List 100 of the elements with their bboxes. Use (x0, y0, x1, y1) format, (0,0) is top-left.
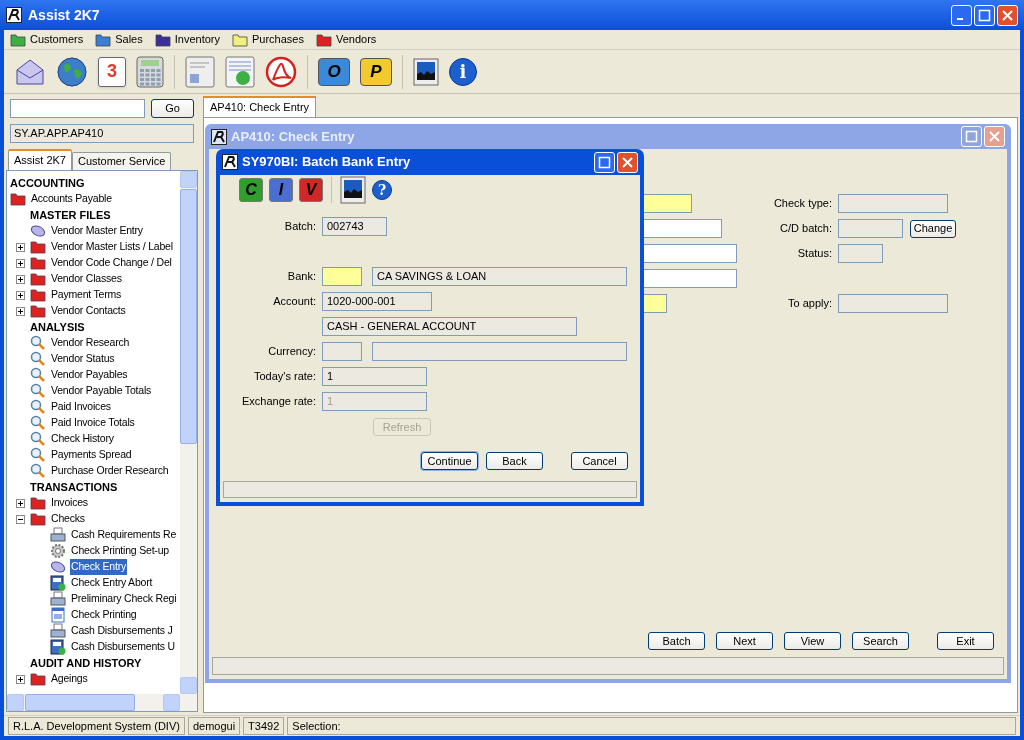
input-field[interactable] (322, 342, 362, 361)
field-label: Exchange rate: (242, 395, 316, 408)
minimize-button[interactable] (951, 4, 972, 26)
tree-item[interactable]: Payment Terms (50, 287, 123, 303)
input-field[interactable] (322, 267, 362, 286)
expand-toggle[interactable] (16, 259, 25, 268)
vertical-scrollbar[interactable] (180, 171, 197, 694)
action-button[interactable]: Search (852, 632, 909, 650)
input-field[interactable]: 002743 (322, 217, 387, 236)
input-field[interactable] (838, 294, 948, 313)
tree-item[interactable]: Vendor Contacts (50, 303, 127, 319)
dialog-button[interactable]: Back (486, 452, 543, 470)
tree-item[interactable]: Check Printing (70, 607, 138, 623)
globe-icon[interactable] (56, 55, 88, 88)
tree-item[interactable]: Vendor Payables (50, 367, 129, 383)
menu-item[interactable]: Inventory (174, 31, 220, 48)
printer-icon (50, 527, 66, 543)
panel-tab[interactable]: Customer Service (71, 152, 172, 170)
menu-item[interactable]: Purchases (251, 31, 304, 48)
input-field[interactable]: CASH - GENERAL ACCOUNT (322, 317, 577, 336)
lettered-document-icon[interactable]: C (239, 178, 263, 202)
lettered-folder-icon[interactable]: P (360, 57, 392, 86)
change-button[interactable]: Change (910, 219, 956, 238)
tree-item[interactable]: Paid Invoices (50, 399, 112, 415)
picture-icon[interactable] (413, 57, 439, 86)
dialog-title: SY970BI: Batch Bank Entry (242, 153, 411, 172)
tree-item[interactable]: Accounts Payable (30, 191, 113, 207)
tree-item[interactable]: Cash Disbursements J (70, 623, 174, 639)
tree-item[interactable]: Vendor Status (50, 351, 116, 367)
tree-item[interactable]: Cash Requirements Re (70, 527, 178, 543)
panel-tab[interactable]: Assist 2K7 (8, 149, 72, 170)
info-icon[interactable]: i (449, 57, 477, 86)
tree-item[interactable]: Payments Spread (50, 447, 133, 463)
horizontal-scrollbar[interactable] (7, 694, 197, 711)
tree-item[interactable]: Check Entry Abort (70, 575, 154, 591)
tree-item[interactable]: Vendor Payable Totals (50, 383, 153, 399)
document-tab[interactable]: AP410: Check Entry (203, 96, 317, 117)
help-icon[interactable]: ? (372, 180, 392, 200)
tree-item[interactable]: Cash Disbursements U (70, 639, 176, 655)
tree-item[interactable]: Vendor Master Entry (50, 223, 144, 239)
spreadsheet-chart-icon[interactable] (225, 55, 255, 88)
expand-toggle[interactable] (16, 275, 25, 284)
lettered-document-icon[interactable]: I (269, 178, 293, 202)
menu-item[interactable]: Vendors (335, 31, 377, 48)
tree-item[interactable]: Paid Invoice Totals (50, 415, 136, 431)
tree-item[interactable]: Ageings (50, 671, 89, 687)
input-field[interactable]: 1 (322, 367, 427, 386)
tree-item[interactable]: Purchase Order Research (50, 463, 170, 479)
expand-toggle[interactable] (16, 675, 25, 684)
input-field[interactable] (838, 194, 948, 213)
action-button[interactable]: View (784, 632, 841, 650)
dialog-button[interactable]: Continue (421, 452, 478, 470)
dialog-button[interactable]: Cancel (571, 452, 628, 470)
tree-item[interactable]: Invoices (50, 495, 89, 511)
go-button[interactable]: Go (151, 99, 194, 118)
input-field[interactable] (838, 244, 883, 263)
close-button[interactable] (997, 4, 1018, 26)
menu-item[interactable]: Customers (30, 31, 84, 48)
minimize-icon (956, 18, 963, 20)
field-label: Currency: (268, 345, 316, 358)
action-button[interactable]: Exit (937, 632, 994, 650)
tree-item[interactable]: Checks (50, 511, 86, 527)
tree-item[interactable]: Vendor Classes (50, 271, 123, 287)
expand-toggle[interactable] (16, 499, 25, 508)
form-icon (50, 639, 66, 655)
tree-item[interactable]: Vendor Code Change / Del (50, 255, 173, 271)
tree-item[interactable]: Check Printing Set-up (70, 543, 170, 559)
search-field[interactable] (10, 99, 145, 118)
action-button[interactable]: Batch (648, 632, 705, 650)
expand-toggle[interactable] (16, 291, 25, 300)
tree-item[interactable]: Check History (50, 431, 115, 447)
lettered-folder-icon[interactable]: O (318, 57, 350, 86)
field-label: Today's rate: (253, 370, 316, 383)
menu-item[interactable]: Sales (115, 31, 143, 48)
close-button[interactable] (617, 151, 638, 173)
expand-toggle[interactable] (16, 307, 25, 316)
oval-icon (30, 224, 46, 238)
tree-item[interactable]: Check Entry (70, 559, 127, 575)
picture-icon[interactable] (340, 176, 366, 204)
status-bar-cell: Selection: (287, 717, 1016, 735)
expand-toggle[interactable] (16, 515, 25, 524)
tree-item[interactable]: Vendor Research (50, 335, 131, 351)
calendar-icon[interactable]: 3 (98, 56, 126, 87)
swirl-icon[interactable] (265, 55, 297, 88)
tree-item[interactable]: Vendor Master Lists / Label (50, 239, 174, 255)
maximize-button[interactable] (594, 151, 615, 173)
search-icon (30, 351, 46, 367)
search-icon (30, 383, 46, 399)
close-icon (988, 130, 1001, 143)
input-field[interactable]: 1020-000-001 (322, 292, 432, 311)
expand-toggle[interactable] (16, 243, 25, 252)
tree-item[interactable]: Preliminary Check Regi (70, 591, 178, 607)
input-field[interactable]: CA SAVINGS & LOAN (372, 267, 627, 286)
action-button[interactable]: Next (716, 632, 773, 650)
input-field[interactable] (372, 342, 627, 361)
path-field: SY.AP.APP.AP410 (10, 124, 194, 143)
lettered-document-icon[interactable]: V (299, 178, 323, 202)
folder-icon (30, 240, 46, 254)
input-field[interactable] (838, 219, 903, 238)
maximize-button[interactable] (974, 4, 995, 26)
